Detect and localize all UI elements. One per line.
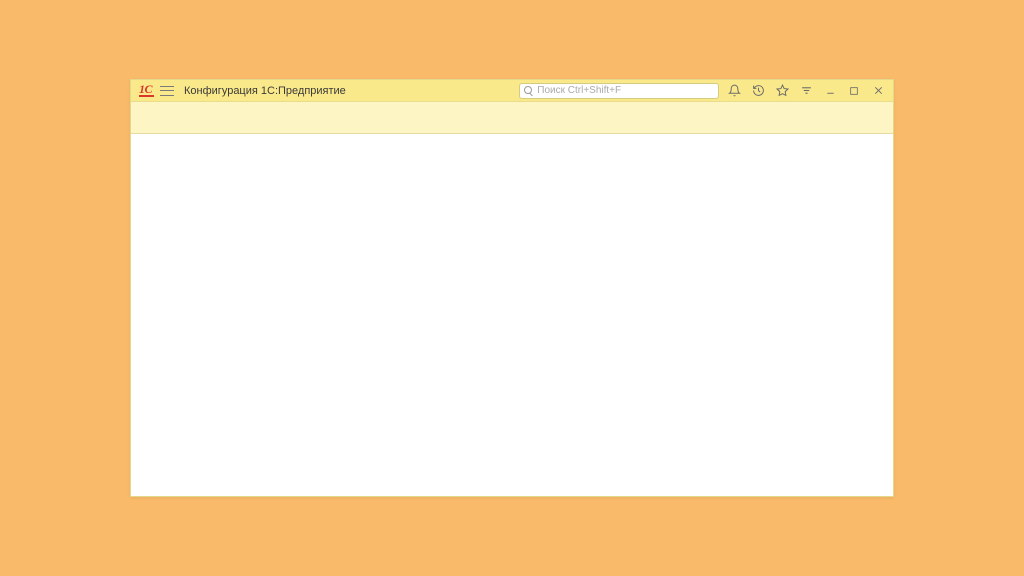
close-icon	[873, 85, 884, 96]
minimize-button[interactable]	[821, 82, 839, 100]
search-box[interactable]	[519, 83, 719, 99]
history-icon	[752, 84, 765, 97]
history-button[interactable]	[749, 82, 767, 100]
search-icon	[524, 86, 533, 96]
minimize-icon	[825, 85, 836, 96]
favorites-button[interactable]	[773, 82, 791, 100]
toolbar	[131, 102, 893, 134]
star-icon	[776, 84, 789, 97]
main-menu-button[interactable]	[160, 85, 174, 97]
notifications-button[interactable]	[725, 82, 743, 100]
maximize-icon	[849, 86, 859, 96]
titlebar: 1C Конфигурация 1С:Предприятие	[131, 80, 893, 102]
app-logo: 1C	[139, 84, 154, 97]
window-title: Конфигурация 1С:Предприятие	[184, 85, 346, 97]
bell-icon	[728, 84, 741, 97]
close-button[interactable]	[869, 82, 887, 100]
app-window: 1C Конфигурация 1С:Предприятие	[130, 79, 894, 497]
settings-button[interactable]	[797, 82, 815, 100]
maximize-button[interactable]	[845, 82, 863, 100]
search-input[interactable]	[537, 85, 714, 96]
content-area	[131, 134, 893, 496]
filter-lines-icon	[800, 84, 813, 97]
